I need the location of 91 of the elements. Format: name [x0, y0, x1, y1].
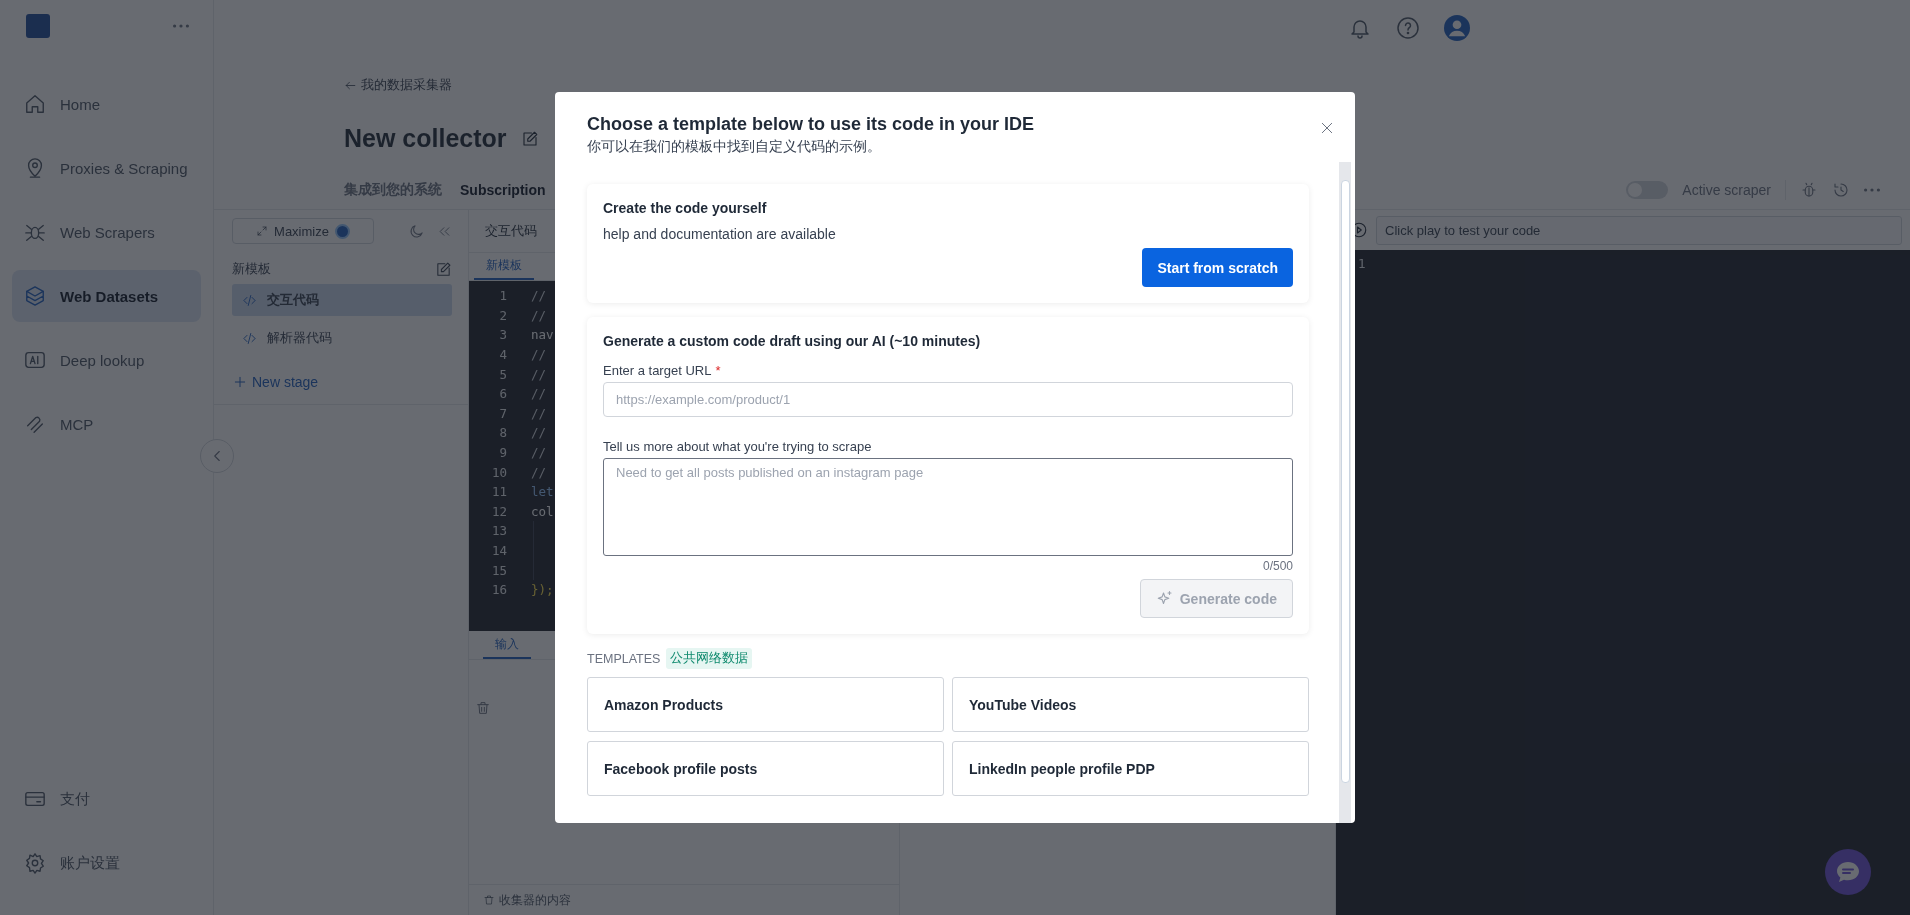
app-logo-icon[interactable] — [26, 14, 50, 38]
close-icon — [1319, 120, 1335, 136]
chat-bubble-icon — [1836, 861, 1860, 883]
history-icon — [1832, 181, 1850, 199]
line-number: 2 — [498, 307, 507, 323]
sidebar-item[interactable]: Web Scrapers — [12, 206, 201, 258]
section-label: TEMPLATES — [587, 651, 661, 666]
description-field[interactable]: Need to get all posts published on an instagram page — [603, 458, 1293, 556]
code-text: // — [531, 366, 547, 382]
page-title: New collector — [344, 124, 507, 153]
line-number: 15 — [490, 562, 507, 578]
card-title: Generate a custom code draft using our AI (~10 minutes) — [603, 333, 982, 349]
required-mark: * — [715, 363, 721, 378]
home-icon — [24, 93, 46, 115]
layers-icon — [24, 285, 46, 307]
template-card[interactable]: YouTube Videos — [952, 677, 1309, 732]
help-icon — [1396, 16, 1420, 40]
trash-icon — [475, 700, 491, 716]
line-number: 13 — [490, 523, 507, 539]
line-number: 11 — [490, 484, 507, 500]
line-number: 14 — [490, 543, 507, 558]
code-text: // — [531, 464, 547, 480]
sidebar-item[interactable]: Proxies & Scraping — [12, 142, 201, 194]
maximize-button[interactable]: Maximize — [232, 218, 374, 244]
code-text: // — [531, 347, 547, 363]
line-number: 4 — [498, 347, 507, 363]
code-text: let — [531, 484, 554, 500]
template-card[interactable]: Facebook profile posts — [587, 741, 944, 796]
line-number: 6 — [498, 386, 507, 402]
collapse-button[interactable] — [200, 439, 234, 473]
tag: 公共网络数据 — [666, 648, 753, 669]
template-card[interactable]: LinkedIn people profile PDP — [952, 741, 1309, 796]
line-number: 1 — [1358, 256, 1366, 271]
sidebar-item[interactable]: Home — [12, 78, 201, 130]
card-text: help and documentation are available — [603, 226, 837, 242]
sidebar-item[interactable]: 账户设置 — [12, 837, 201, 889]
code-text: col — [531, 503, 554, 519]
trash-icon — [483, 894, 495, 906]
input-tab[interactable]: 输入 — [483, 636, 531, 659]
url-field[interactable]: https://example.com/product/1 — [603, 382, 1293, 417]
line-number: 1 — [498, 288, 507, 304]
more-icon[interactable] — [1864, 188, 1880, 192]
field-label: Tell us more about what you're trying to scrape — [603, 439, 872, 454]
code-text: // — [531, 386, 547, 402]
line-number: 9 — [498, 445, 507, 461]
edit-icon — [520, 129, 539, 148]
avatar-icon[interactable] — [1444, 15, 1470, 41]
edit-icon — [435, 260, 452, 278]
line-number: 16 — [490, 582, 507, 598]
line-number: 8 — [498, 425, 507, 441]
more-icon[interactable] — [173, 24, 189, 28]
scrollbar[interactable] — [1339, 162, 1351, 823]
back-link[interactable]: 我的数据采集器 — [344, 76, 1910, 94]
line-number: 10 — [490, 464, 507, 480]
line-number: 7 — [498, 405, 507, 421]
sidebar-item[interactable]: 支付 — [12, 773, 201, 825]
dialog-title: Choose a template below to use its code in your IDE — [587, 114, 1036, 135]
close-button[interactable] — [1319, 120, 1335, 136]
sidebar-item[interactable]: MCP — [12, 398, 201, 450]
ai-badge-icon — [24, 349, 46, 371]
line-number: 3 — [498, 327, 507, 343]
console-field[interactable]: Click play to test your code — [1376, 215, 1902, 245]
code-text: // — [531, 425, 547, 441]
moon-icon — [408, 222, 425, 240]
editor-title: 交互代码 — [485, 222, 537, 240]
code-text: }); — [531, 582, 554, 598]
expand-icon — [256, 225, 269, 237]
plus-icon — [232, 374, 248, 390]
settings-icon — [24, 852, 46, 874]
code-text: // — [531, 405, 547, 421]
group-title: 新模板 — [232, 260, 271, 278]
code-text: // — [531, 445, 547, 461]
new-stage-link[interactable]: New stage — [214, 374, 468, 405]
code-text: // — [531, 307, 547, 323]
card-title: Create the code yourself — [603, 200, 768, 216]
dialog-subtitle: 你可以在我们的模板中找到自定义代码的示例。 — [587, 138, 882, 156]
stage-item[interactable]: 解析器代码 — [232, 322, 452, 354]
character-counter: 0/500 — [1262, 559, 1293, 573]
code-icon — [242, 292, 257, 308]
code-text: nav — [531, 327, 554, 343]
code-icon — [242, 330, 257, 346]
line-number: 12 — [490, 503, 507, 519]
line-number: 5 — [498, 366, 507, 382]
bug-icon — [1800, 181, 1818, 199]
template-card[interactable]: Amazon Products — [587, 677, 944, 732]
sidebar-item[interactable]: Deep lookup — [12, 334, 201, 386]
start-button[interactable]: Start from scratch — [1142, 248, 1293, 287]
field-label: Enter a target URL — [603, 363, 712, 378]
code-text: // — [531, 288, 547, 304]
page-tab[interactable]: Subscription — [460, 182, 546, 198]
sidebar-item[interactable]: Web Datasets — [12, 270, 201, 322]
